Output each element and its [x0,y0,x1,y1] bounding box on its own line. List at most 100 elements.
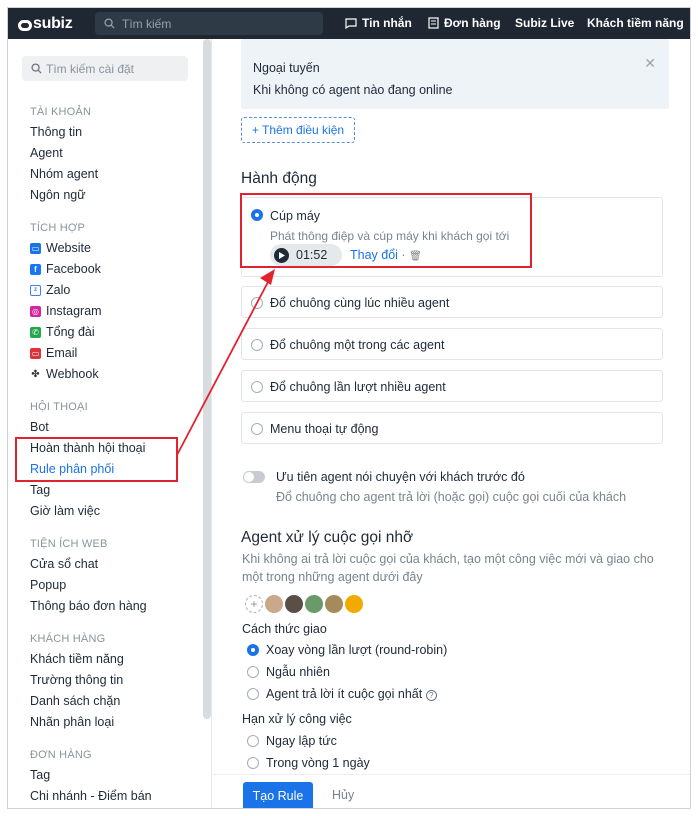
nav-orders[interactable]: Đơn hàng [428,16,501,30]
create-rule-button[interactable]: Tạo Rule [243,782,313,808]
add-condition-button[interactable]: + Thêm điều kiện [241,117,355,143]
avatar[interactable] [285,595,303,613]
nav-orders-label: Đơn hàng [444,16,501,30]
phone-icon: ✆ [30,326,41,338]
agent-avatars: + [245,595,365,613]
app-window: subiz Tìm kiếm Tin nhắn Đơn hàng Subiz L… [7,7,691,809]
settings-search-placeholder: Tìm kiếm cài đặt [46,61,135,76]
global-search-input[interactable]: Tìm kiếm [95,12,323,35]
play-icon[interactable] [274,247,289,263]
audio-player[interactable]: 01:52 [270,244,342,266]
sidebar-item-fields[interactable]: Trường thông tin [30,673,123,687]
condition-desc: Khi không có agent nào đang online [253,83,453,97]
sidebar-item-leads[interactable]: Khách tiềm năng [30,652,124,666]
nav-subiz-live[interactable]: Subiz Live [515,16,574,30]
section-account: TÀI KHOẢN [30,106,92,118]
search-icon [104,18,115,29]
avatar[interactable] [345,595,363,613]
avatar[interactable] [265,595,283,613]
sidebar-item-website[interactable]: ▭ Website [30,241,91,255]
nav-leads-label: Khách tiềm năng [587,16,684,30]
action-ring-one-label: Đổ chuông một trong các agent [270,338,445,352]
sidebar-item-label: Instagram [46,304,102,318]
nav-live-label: Subiz Live [515,16,575,30]
website-icon: ▭ [30,242,41,254]
settings-search-input[interactable]: Tìm kiếm cài đặt [22,56,188,81]
order-icon [428,17,439,29]
avatar[interactable] [305,595,323,613]
radio-immediately[interactable] [247,735,259,747]
trash-icon[interactable]: 🗑 [409,251,422,262]
sidebar-item-order-tag[interactable]: Tag [30,768,50,782]
radio-hangup[interactable] [251,209,263,221]
sidebar-item-call-center[interactable]: ✆ Tổng đài [30,325,95,339]
deadline-title: Hạn xử lý công việc [242,712,352,726]
sidebar-item-blocklist[interactable]: Danh sách chặn [30,694,120,708]
action-ring-all-label: Đổ chuông cùng lúc nhiều agent [270,296,450,310]
least-calls-option: Agent trả lời ít cuộc gọi nhất ? [266,687,437,701]
action-option-ring-one[interactable]: Đổ chuông một trong các agent [241,328,663,360]
radio-ring-sequence[interactable] [251,381,263,393]
sidebar-item-instagram[interactable]: ◎ Instagram [30,304,102,318]
zalo-icon: z [30,284,41,296]
radio-random[interactable] [247,666,259,678]
sidebar-item-complete-conversation[interactable]: Hoàn thành hội thoại [30,441,145,455]
sidebar-item-label: Tổng đài [46,325,95,339]
sidebar-scrollbar[interactable] [203,39,211,719]
sidebar-item-agent-group[interactable]: Nhóm agent [30,167,98,181]
sidebar-item-working-hours[interactable]: Giờ làm việc [30,504,100,518]
section-conversation: HỘI THOẠI [30,401,88,413]
change-audio-link[interactable]: Thay đổi · 🗑 [350,248,422,262]
action-option-hangup[interactable]: Cúp máy Phát thông điệp và cúp máy khi k… [241,197,663,277]
instagram-icon: ◎ [30,305,41,317]
audio-duration: 01:52 [296,248,328,262]
action-option-ring-sequence[interactable]: Đổ chuông lần lượt nhiều agent [241,370,663,402]
sidebar-item-language[interactable]: Ngôn ngữ [30,188,86,202]
subiz-logo[interactable]: subiz [18,15,73,33]
nav-messages[interactable]: Tin nhắn [345,16,412,30]
missed-call-desc-2: một trong những agent dưới đây [242,570,423,584]
sidebar-item-label: Email [46,346,78,360]
missed-call-desc-1: Khi không ai trả lời cuộc gọi của khách,… [242,552,654,566]
radio-within-day[interactable] [247,757,259,769]
priority-label: Ưu tiên agent nói chuyện với khách trước… [276,470,525,484]
sidebar-item-popup[interactable]: Popup [30,578,66,592]
radio-ring-all[interactable] [251,297,263,309]
radio-round-robin[interactable] [247,644,259,656]
sidebar-item-info[interactable]: Thông tin [30,125,82,139]
facebook-icon: f [30,263,41,275]
sidebar-item-routing-rule[interactable]: Rule phân phối [30,462,114,476]
sidebar-item-email[interactable]: ▭ Email [30,346,77,360]
cancel-button[interactable]: Hủy [332,788,354,802]
sidebar-item-order-notification[interactable]: Thông báo đơn hàng [30,599,147,613]
close-icon[interactable]: ✕ [644,55,656,72]
add-agent-icon[interactable]: + [245,595,263,613]
sidebar-item-agent[interactable]: Agent [30,146,63,160]
sidebar-item-label: Facebook [46,262,101,276]
sidebar-item-chat-window[interactable]: Cửa sổ chat [30,557,98,571]
radio-least-calls[interactable] [247,688,259,700]
sidebar-item-bot[interactable]: Bot [30,420,49,434]
sidebar-item-tag[interactable]: Tag [30,483,50,497]
global-search-placeholder: Tìm kiếm [122,16,172,31]
sidebar-item-branch[interactable]: Chi nhánh - Điểm bán [30,789,152,803]
radio-ivr[interactable] [251,423,263,435]
sidebar-item-webhook[interactable]: ✤ Webhook [30,367,99,381]
condition-title: Ngoại tuyến [253,61,320,75]
section-integration: TÍCH HỢP [30,222,86,234]
radio-ring-one[interactable] [251,339,263,351]
action-option-ring-all[interactable]: Đổ chuông cùng lúc nhiều agent [241,286,663,318]
help-icon[interactable]: ? [425,690,437,701]
logo-mark-icon [18,19,32,31]
section-web-utils: TIỆN ÍCH WEB [30,538,108,550]
priority-desc: Đổ chuông cho agent trả lời (hoặc gọi) c… [276,490,627,504]
priority-toggle[interactable] [243,471,265,483]
least-calls-label: Agent trả lời ít cuộc gọi nhất [266,687,423,701]
avatar[interactable] [325,595,343,613]
nav-leads[interactable]: Khách tiềm năng [587,16,684,30]
sidebar-item-zalo[interactable]: z Zalo [30,283,70,297]
logo-text: subiz [33,15,73,32]
sidebar-item-facebook[interactable]: f Facebook [30,262,101,276]
action-option-ivr[interactable]: Menu thoại tự động [241,412,663,444]
sidebar-item-labels[interactable]: Nhãn phân loại [30,715,114,729]
